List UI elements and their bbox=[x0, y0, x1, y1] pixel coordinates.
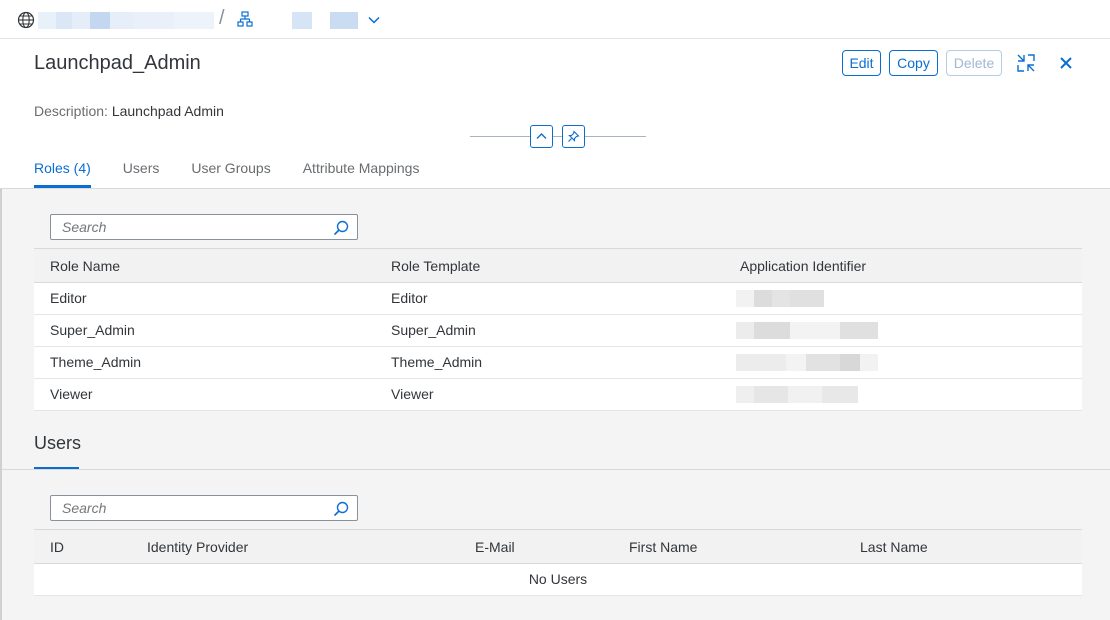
table-row[interactable]: Viewer Viewer bbox=[34, 379, 1082, 411]
role-template-cell: Editor bbox=[391, 290, 428, 306]
roles-table-header: Role Name Role Template Application Iden… bbox=[34, 249, 1082, 283]
breadcrumb-separator: / bbox=[219, 7, 225, 29]
tab-bar: Roles (4) Users User Groups Attribute Ma… bbox=[34, 158, 451, 188]
exit-full-screen-icon bbox=[1017, 54, 1035, 72]
tab-users[interactable]: Users bbox=[123, 158, 160, 188]
table-row[interactable]: Editor Editor bbox=[34, 283, 1082, 315]
no-users-text: No Users bbox=[528, 571, 588, 587]
users-search-placeholder: Search bbox=[62, 500, 107, 516]
role-name-cell: Super_Admin bbox=[50, 322, 135, 338]
breadcrumb-global-account-redacted[interactable] bbox=[38, 12, 214, 29]
description: Description: Launchpad Admin bbox=[34, 103, 224, 119]
users-section-title: Users bbox=[34, 433, 82, 453]
description-value: Launchpad Admin bbox=[111, 103, 224, 119]
search-icon[interactable] bbox=[333, 501, 349, 517]
role-template-cell: Theme_Admin bbox=[391, 354, 483, 370]
users-search-input[interactable]: Search bbox=[50, 495, 358, 521]
exit-full-screen-button[interactable] bbox=[1015, 52, 1037, 74]
copy-button[interactable]: Copy bbox=[889, 50, 938, 76]
application-identifier-redacted bbox=[736, 354, 878, 371]
column-first-name[interactable]: First Name bbox=[629, 539, 697, 555]
column-last-name[interactable]: Last Name bbox=[860, 539, 928, 555]
chevron-down-icon[interactable] bbox=[367, 13, 381, 27]
column-application-identifier[interactable]: Application Identifier bbox=[740, 258, 866, 274]
tab-user-groups[interactable]: User Groups bbox=[191, 158, 270, 188]
roles-table: Role Name Role Template Application Iden… bbox=[34, 248, 1082, 411]
globe-icon bbox=[17, 11, 35, 29]
role-name-cell: Editor bbox=[50, 290, 87, 306]
close-icon bbox=[1060, 57, 1072, 69]
users-table: ID Identity Provider E-Mail First Name L… bbox=[34, 529, 1082, 596]
close-button[interactable] bbox=[1055, 52, 1077, 74]
users-table-header: ID Identity Provider E-Mail First Name L… bbox=[34, 530, 1082, 564]
column-role-template[interactable]: Role Template bbox=[391, 258, 480, 274]
description-label: Description: bbox=[34, 103, 108, 119]
application-identifier-redacted bbox=[736, 386, 858, 403]
no-data-row: No Users bbox=[34, 564, 1082, 596]
table-row[interactable]: Super_Admin Super_Admin bbox=[34, 315, 1082, 347]
hierarchy-icon bbox=[237, 11, 253, 27]
roles-search-placeholder: Search bbox=[62, 219, 107, 235]
pin-icon bbox=[568, 130, 580, 142]
role-name-cell: Viewer bbox=[50, 386, 93, 402]
breadcrumb-subaccount-redacted[interactable] bbox=[260, 12, 358, 29]
edit-button[interactable]: Edit bbox=[842, 50, 881, 76]
role-template-cell: Viewer bbox=[391, 386, 434, 402]
column-email[interactable]: E-Mail bbox=[475, 539, 515, 555]
column-id[interactable]: ID bbox=[50, 539, 64, 555]
section-divider bbox=[2, 469, 1110, 470]
application-identifier-redacted bbox=[736, 290, 824, 307]
application-identifier-redacted bbox=[736, 322, 878, 339]
header-collapser-line bbox=[470, 136, 646, 137]
search-icon[interactable] bbox=[333, 220, 349, 236]
role-template-cell: Super_Admin bbox=[391, 322, 476, 338]
pin-header-button[interactable] bbox=[562, 125, 585, 148]
role-name-cell: Theme_Admin bbox=[50, 354, 142, 370]
tab-attribute-mappings[interactable]: Attribute Mappings bbox=[303, 158, 420, 188]
breadcrumb-bar: / bbox=[0, 0, 1110, 39]
roles-search-input[interactable]: Search bbox=[50, 214, 358, 240]
table-row[interactable]: Theme_Admin Theme_Admin bbox=[34, 347, 1082, 379]
page-title: Launchpad_Admin bbox=[34, 52, 201, 74]
collapse-up-icon bbox=[536, 133, 547, 139]
column-role-name[interactable]: Role Name bbox=[50, 258, 120, 274]
object-header: Launchpad_Admin Edit Copy Delete Descrip… bbox=[0, 39, 1110, 189]
collapse-header-button[interactable] bbox=[530, 125, 553, 148]
delete-button[interactable]: Delete bbox=[946, 50, 1002, 76]
column-identity-provider[interactable]: Identity Provider bbox=[147, 539, 248, 555]
tab-roles[interactable]: Roles (4) bbox=[34, 158, 91, 188]
